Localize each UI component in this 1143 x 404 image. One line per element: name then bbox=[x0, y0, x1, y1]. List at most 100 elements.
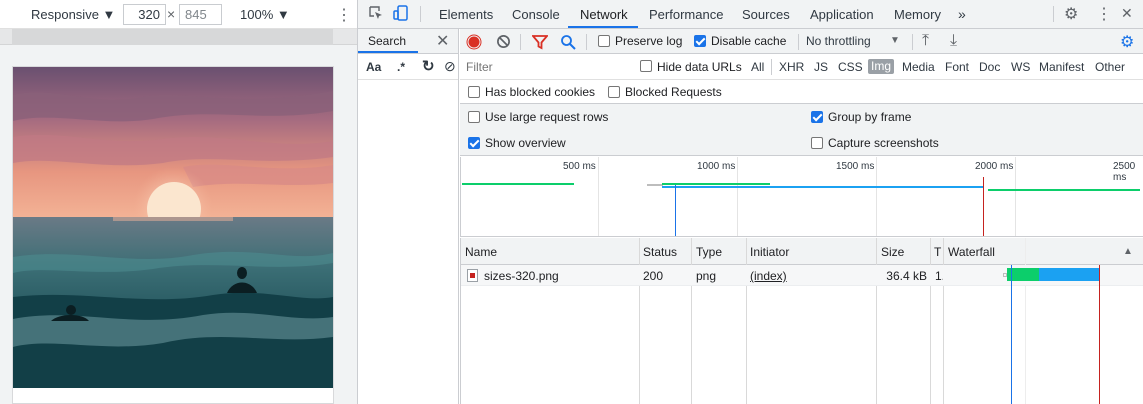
close-devtools-icon[interactable]: ✕ bbox=[1121, 5, 1133, 22]
request-initiator-link[interactable]: (index) bbox=[750, 269, 787, 283]
inspect-element-icon[interactable] bbox=[368, 5, 384, 25]
column-time[interactable]: T bbox=[934, 245, 941, 259]
tab-memory[interactable]: Memory bbox=[894, 7, 941, 22]
column-status[interactable]: Status bbox=[643, 245, 677, 259]
more-tabs-chevron-icon[interactable]: » bbox=[958, 6, 966, 22]
search-panel: Search ✕ Aa .* ↻ ⊘ bbox=[358, 29, 459, 404]
tab-network[interactable]: Network bbox=[580, 7, 628, 22]
network-settings-gear-icon[interactable]: ⚙ bbox=[1120, 32, 1134, 52]
search-tab-indicator bbox=[358, 51, 418, 53]
column-initiator[interactable]: Initiator bbox=[750, 245, 789, 259]
capture-screenshots-checkbox[interactable] bbox=[811, 137, 823, 149]
column-waterfall[interactable]: Waterfall bbox=[948, 245, 995, 259]
sort-ascending-icon[interactable]: ▲ bbox=[1123, 246, 1133, 257]
device-mode-dropdown[interactable]: Responsive ▼ bbox=[31, 7, 115, 22]
group-by-frame-checkbox[interactable] bbox=[811, 111, 823, 123]
record-icon[interactable] bbox=[466, 34, 482, 53]
tab-application[interactable]: Application bbox=[810, 7, 874, 22]
search-tab[interactable]: Search bbox=[368, 34, 406, 48]
group-by-frame-label: Group by frame bbox=[828, 110, 912, 124]
load-event-marker bbox=[983, 177, 984, 236]
filter-css[interactable]: CSS bbox=[838, 60, 863, 74]
tab-elements[interactable]: Elements bbox=[439, 7, 493, 22]
device-toolbar: Responsive ▼ 320 × 845 100% ▼ ⋮ bbox=[0, 0, 357, 29]
throttling-chevron-icon: ▼ bbox=[890, 35, 900, 46]
refresh-search-icon[interactable]: ↻ bbox=[422, 57, 435, 75]
overview-request-bar bbox=[662, 186, 984, 188]
filter-doc[interactable]: Doc bbox=[979, 60, 1000, 74]
request-time: 1. bbox=[935, 269, 943, 283]
device-width-input[interactable]: 320 bbox=[123, 4, 166, 25]
domcontentloaded-marker bbox=[675, 185, 676, 236]
device-more-icon[interactable]: ⋮ bbox=[336, 5, 352, 25]
tab-performance[interactable]: Performance bbox=[649, 7, 723, 22]
hide-data-urls-label: Hide data URLs bbox=[657, 60, 742, 74]
tab-console[interactable]: Console bbox=[512, 7, 560, 22]
filter-input[interactable] bbox=[462, 57, 628, 76]
column-divider bbox=[876, 238, 877, 404]
column-type[interactable]: Type bbox=[696, 245, 722, 259]
device-emulation-pane: Responsive ▼ 320 × 845 100% ▼ ⋮ bbox=[0, 0, 358, 404]
settings-gear-icon[interactable]: ⚙ bbox=[1064, 4, 1078, 24]
search-magnifier-icon[interactable] bbox=[560, 34, 576, 53]
blocked-requests-checkbox[interactable] bbox=[608, 86, 620, 98]
column-name[interactable]: Name bbox=[465, 245, 497, 259]
toolbar-divider bbox=[912, 34, 913, 50]
filter-xhr[interactable]: XHR bbox=[779, 60, 804, 74]
column-divider bbox=[691, 238, 692, 404]
has-blocked-cookies-checkbox[interactable] bbox=[468, 86, 480, 98]
filter-funnel-icon[interactable] bbox=[531, 34, 549, 53]
column-divider bbox=[930, 238, 931, 404]
filter-bar: Hide data URLs All XHR JS CSS Img Media … bbox=[460, 54, 1143, 80]
overview-tick-label: 2500 ms bbox=[1113, 161, 1136, 183]
clear-log-icon[interactable] bbox=[496, 34, 511, 52]
column-divider bbox=[639, 238, 640, 404]
match-case-toggle[interactable]: Aa bbox=[366, 60, 381, 74]
filter-font[interactable]: Font bbox=[945, 60, 969, 74]
overview-gridline bbox=[876, 157, 877, 236]
disable-cache-checkbox[interactable] bbox=[694, 35, 706, 47]
zoom-dropdown[interactable]: 100% ▼ bbox=[240, 7, 290, 22]
close-search-icon[interactable]: ✕ bbox=[436, 31, 449, 51]
large-rows-label: Use large request rows bbox=[485, 110, 609, 124]
hide-data-urls-checkbox[interactable] bbox=[640, 60, 652, 72]
filter-ws[interactable]: WS bbox=[1011, 60, 1030, 74]
requests-table: Name Status Type Initiator Size T Waterf… bbox=[460, 238, 1143, 404]
table-row[interactable]: sizes-320.png 200 png (index) 36.4 kB 1. bbox=[461, 265, 1143, 286]
request-name: sizes-320.png bbox=[484, 269, 559, 283]
regex-toggle[interactable]: .* bbox=[397, 60, 405, 74]
devtools-more-icon[interactable]: ⋮ bbox=[1096, 4, 1112, 24]
request-type: png bbox=[696, 269, 717, 283]
dimension-separator: × bbox=[167, 6, 176, 22]
column-divider bbox=[746, 238, 747, 404]
throttling-dropdown[interactable]: No throttling bbox=[806, 34, 871, 48]
device-ruler bbox=[0, 29, 357, 45]
sunset-surfers-image bbox=[13, 67, 333, 388]
waterfall-gridline bbox=[1025, 238, 1026, 404]
filter-other[interactable]: Other bbox=[1095, 60, 1125, 74]
device-toolbar-icon[interactable] bbox=[393, 5, 409, 25]
tab-divider bbox=[1053, 6, 1054, 22]
search-panel-header: Search ✕ bbox=[358, 29, 458, 54]
overview-gridline bbox=[1015, 157, 1016, 236]
import-har-icon[interactable]: ⤒ bbox=[922, 32, 929, 50]
filter-all[interactable]: All bbox=[751, 60, 764, 74]
filter-manifest[interactable]: Manifest bbox=[1039, 60, 1084, 74]
device-height-input[interactable]: 845 bbox=[179, 4, 222, 25]
network-overview[interactable]: 500 ms 1000 ms 1500 ms 2000 ms 2500 ms bbox=[460, 157, 1143, 237]
tab-sources[interactable]: Sources bbox=[742, 7, 790, 22]
filter-divider bbox=[771, 59, 772, 75]
export-har-icon[interactable]: ⤓ bbox=[950, 32, 957, 50]
blocked-filter-row: Has blocked cookies Blocked Requests bbox=[460, 80, 1143, 104]
ruler-marker bbox=[12, 29, 333, 45]
filter-js[interactable]: JS bbox=[814, 60, 828, 74]
preserve-log-checkbox[interactable] bbox=[598, 35, 610, 47]
show-overview-checkbox[interactable] bbox=[468, 137, 480, 149]
large-rows-checkbox[interactable] bbox=[468, 111, 480, 123]
column-size[interactable]: Size bbox=[881, 245, 904, 259]
clear-search-icon[interactable]: ⊘ bbox=[444, 58, 456, 75]
filter-img[interactable]: Img bbox=[868, 59, 895, 74]
tab-divider bbox=[420, 6, 421, 22]
filter-media[interactable]: Media bbox=[902, 60, 935, 74]
column-divider bbox=[943, 238, 944, 404]
